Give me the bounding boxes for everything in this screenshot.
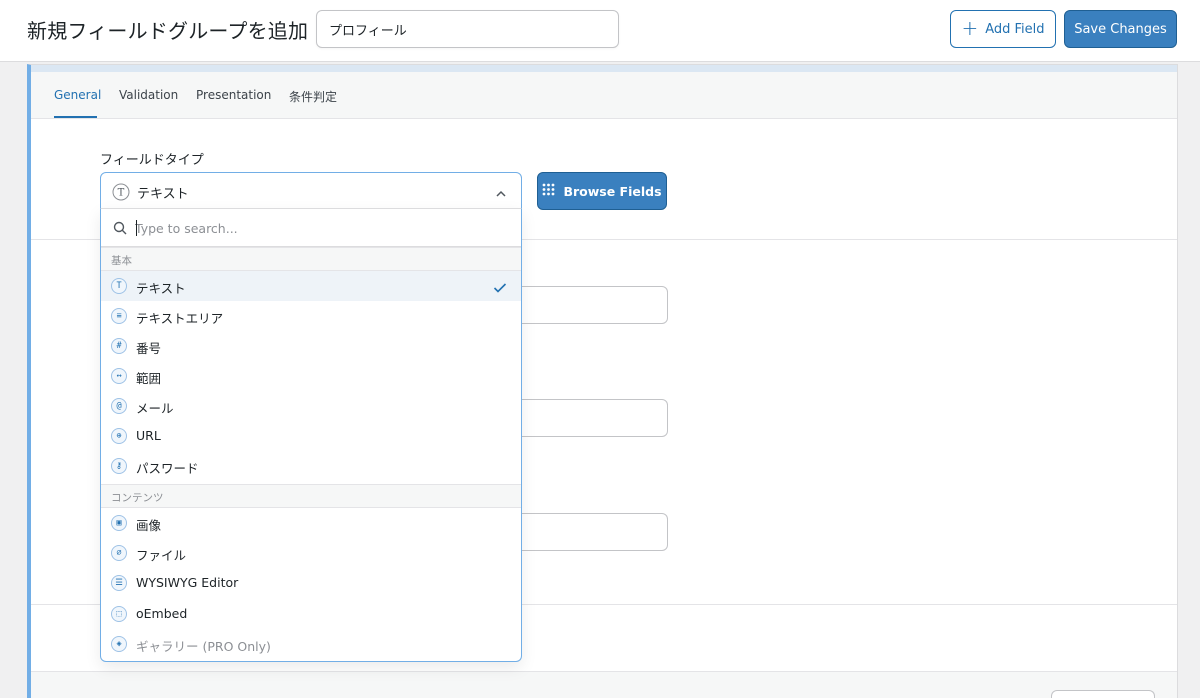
- option-label: URL: [136, 428, 161, 443]
- group-heading-basic: 基本: [101, 247, 521, 271]
- panel-footer: [31, 671, 1177, 698]
- textarea-icon: ≡: [111, 308, 127, 324]
- footer-button[interactable]: [1051, 690, 1155, 698]
- option-range[interactable]: ↔ 範囲: [101, 361, 521, 391]
- page-header: 新規フィールドグループを追加 + Add Field Save Changes: [0, 0, 1200, 62]
- tab-validation[interactable]: Validation: [119, 88, 178, 102]
- key-icon: ⚷: [111, 458, 127, 474]
- field-type-dropdown: 基本 T テキスト ≡ テキストエリア # 番号 ↔ 範囲 @ メール ⊕ UR…: [100, 208, 522, 662]
- option-label: ギャラリー (PRO Only): [136, 639, 271, 654]
- option-oembed[interactable]: ⬚ oEmbed: [101, 599, 521, 629]
- text-icon: T: [111, 278, 127, 294]
- option-image[interactable]: ▣ 画像: [101, 508, 521, 538]
- svg-text:T: T: [118, 188, 125, 199]
- plus-icon: +: [961, 16, 979, 40]
- option-textarea[interactable]: ≡ テキストエリア: [101, 301, 521, 331]
- field-type-label: フィールドタイプ: [100, 153, 204, 168]
- save-changes-button[interactable]: Save Changes: [1064, 10, 1177, 48]
- option-label: テキストエリア: [136, 311, 224, 326]
- field-type-value: テキスト: [137, 187, 189, 202]
- add-field-label: Add Field: [985, 21, 1045, 37]
- option-label: 範囲: [136, 371, 162, 386]
- field-type-select[interactable]: T テキスト: [100, 172, 522, 210]
- tab-general[interactable]: General: [54, 88, 101, 102]
- add-field-button[interactable]: + Add Field: [950, 10, 1056, 48]
- image-icon: ▣: [111, 515, 127, 531]
- paperclip-icon: ⌀: [111, 545, 127, 561]
- gallery-icon: ◈: [111, 636, 127, 652]
- field-label-input[interactable]: [511, 286, 668, 324]
- tab-presentation[interactable]: Presentation: [196, 88, 271, 102]
- panel-top-strip: [31, 65, 1177, 72]
- grid-icon: [542, 183, 555, 199]
- hash-icon: #: [111, 338, 127, 354]
- option-email[interactable]: @ メール: [101, 391, 521, 421]
- dropdown-search: [101, 209, 521, 247]
- browse-fields-label: Browse Fields: [563, 183, 662, 199]
- option-label: ファイル: [136, 548, 187, 563]
- field-name-input[interactable]: [511, 399, 668, 437]
- range-icon: ↔: [111, 368, 127, 384]
- option-wysiwyg[interactable]: ☰ WYSIWYG Editor: [101, 568, 521, 598]
- option-label: WYSIWYG Editor: [136, 575, 239, 590]
- embed-icon: ⬚: [111, 606, 127, 622]
- globe-icon: ⊕: [111, 428, 127, 444]
- option-number[interactable]: # 番号: [101, 331, 521, 361]
- option-label: oEmbed: [136, 606, 188, 621]
- option-label: 番号: [136, 341, 162, 356]
- option-text[interactable]: T テキスト: [101, 271, 521, 301]
- field-default-input[interactable]: [511, 513, 668, 551]
- text-icon: T: [112, 183, 130, 205]
- option-label: パスワード: [136, 461, 199, 476]
- option-label: テキスト: [136, 281, 186, 296]
- option-gallery: ◈ ギャラリー (PRO Only): [101, 629, 521, 659]
- active-tab-indicator: [54, 116, 97, 118]
- settings-tabs: General Validation Presentation 条件判定: [31, 72, 1177, 119]
- page-title: 新規フィールドグループを追加: [27, 19, 309, 43]
- check-icon: [493, 279, 507, 298]
- option-label: メール: [136, 401, 174, 416]
- group-heading-content: コンテンツ: [101, 484, 521, 508]
- search-icon: [113, 220, 127, 239]
- option-url[interactable]: ⊕ URL: [101, 421, 521, 451]
- at-icon: @: [111, 398, 127, 414]
- chevron-up-icon: [495, 185, 507, 204]
- option-label: 画像: [136, 518, 162, 533]
- field-type-search-input[interactable]: [135, 217, 505, 239]
- field-group-title-input[interactable]: [316, 10, 619, 48]
- tab-conditional-logic[interactable]: 条件判定: [289, 88, 337, 105]
- browse-fields-button[interactable]: Browse Fields: [537, 172, 667, 210]
- editor-icon: ☰: [111, 575, 127, 591]
- option-password[interactable]: ⚷ パスワード: [101, 451, 521, 481]
- text-caret: [136, 220, 137, 236]
- option-file[interactable]: ⌀ ファイル: [101, 538, 521, 568]
